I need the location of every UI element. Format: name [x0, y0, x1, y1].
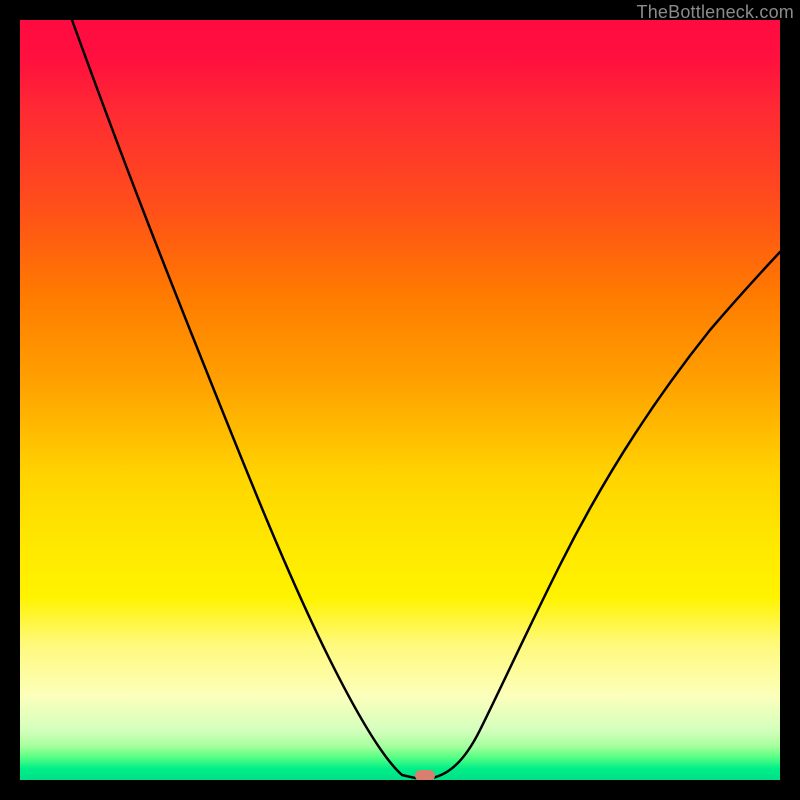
bottleneck-curve-path — [72, 20, 780, 778]
optimal-point-marker — [415, 770, 435, 780]
plot-area — [20, 20, 780, 780]
watermark-text: TheBottleneck.com — [637, 2, 794, 23]
chart-frame: TheBottleneck.com — [0, 0, 800, 800]
bottleneck-curve — [20, 20, 780, 780]
